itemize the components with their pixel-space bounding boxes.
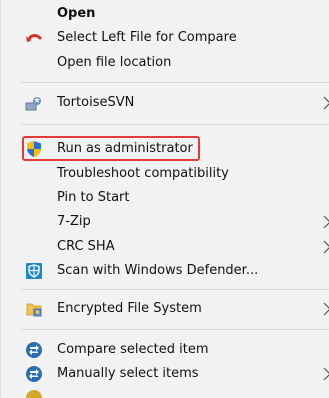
menu-item-label: Troubleshoot compatibility — [57, 166, 229, 181]
tortoisesvn-icon — [25, 94, 43, 112]
menu-item-label: Manually select items — [57, 366, 199, 381]
chevron-right-icon — [322, 239, 329, 255]
menu-item-label: TortoiseSVN — [57, 95, 135, 110]
context-menu: Open Select Left File for Compare Open f… — [0, 0, 329, 398]
chevron-right-icon — [322, 95, 329, 111]
chevron-right-icon — [322, 366, 329, 382]
menu-item-label: Scan with Windows Defender... — [57, 263, 259, 278]
separator — [21, 124, 329, 125]
menu-item-encrypted-file-system[interactable]: Encrypted File System — [1, 297, 329, 321]
windows-defender-icon — [25, 262, 43, 280]
menu-item-label: 7-Zip — [57, 214, 91, 229]
menu-item-tortoisesvn[interactable]: TortoiseSVN — [1, 91, 329, 115]
menu-item-label: Select Left File for Compare — [57, 30, 237, 45]
menu-item-label: Compare selected item — [57, 342, 209, 357]
separator — [21, 329, 329, 330]
menu-item-label: Open — [57, 6, 96, 21]
menu-item-crc-sha[interactable]: CRC SHA — [1, 235, 329, 259]
menu-item-open-file-location[interactable]: Open file location — [1, 51, 329, 75]
compare-icon — [25, 341, 43, 359]
menu-item-partial[interactable] — [1, 388, 329, 398]
highlight-box — [22, 136, 200, 161]
chevron-right-icon — [322, 214, 329, 230]
menu-item-scan-windows-defender[interactable]: Scan with Windows Defender... — [1, 259, 329, 283]
compare-icon — [25, 365, 43, 383]
menu-item-troubleshoot-compatibility[interactable]: Troubleshoot compatibility — [1, 162, 329, 186]
undo-arrow-icon — [25, 29, 43, 47]
encrypted-file-icon — [25, 300, 43, 318]
menu-item-7zip[interactable]: 7-Zip — [1, 210, 329, 234]
menu-item-compare-selected-item[interactable]: Compare selected item — [1, 338, 329, 362]
menu-item-pin-to-start[interactable]: Pin to Start — [1, 186, 329, 210]
menu-item-label: CRC SHA — [57, 239, 115, 254]
separator — [21, 82, 329, 83]
menu-item-open[interactable]: Open — [1, 2, 329, 26]
partial-item-icon — [25, 389, 43, 398]
menu-item-label: Pin to Start — [57, 190, 130, 205]
menu-item-select-left-file[interactable]: Select Left File for Compare — [1, 26, 329, 50]
chevron-right-icon — [322, 301, 329, 317]
menu-item-manually-select-items[interactable]: Manually select items — [1, 362, 329, 386]
menu-item-label: Open file location — [57, 55, 172, 70]
separator — [21, 289, 329, 290]
menu-item-label: Encrypted File System — [57, 301, 202, 316]
